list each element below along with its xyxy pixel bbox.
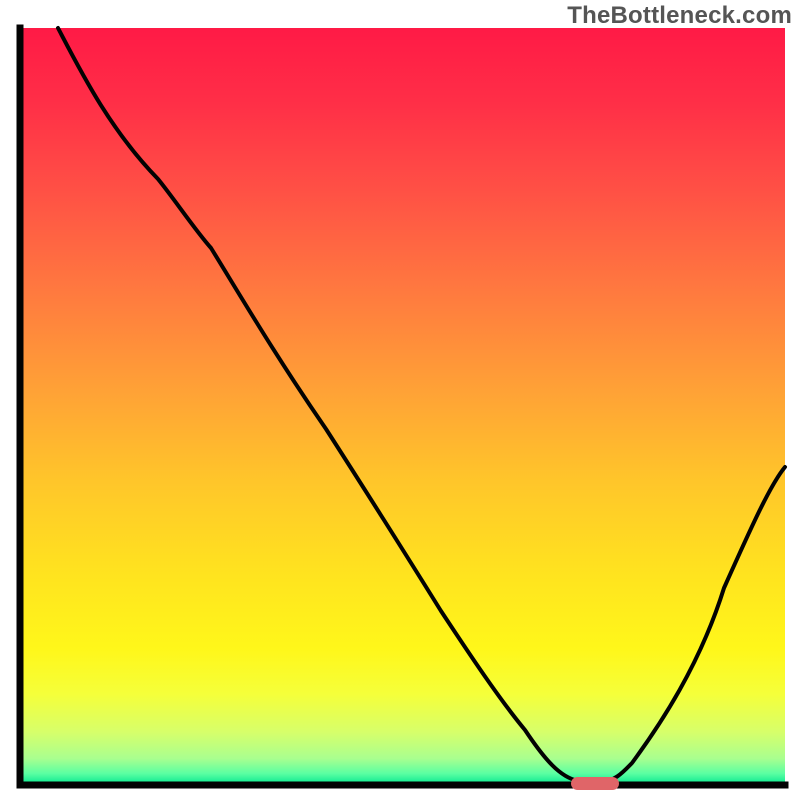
watermark-text: TheBottleneck.com <box>567 2 792 30</box>
gradient-background <box>20 28 785 785</box>
optimal-marker <box>571 777 619 790</box>
bottleneck-chart-svg <box>0 0 800 800</box>
chart-stage: TheBottleneck.com <box>0 0 800 800</box>
